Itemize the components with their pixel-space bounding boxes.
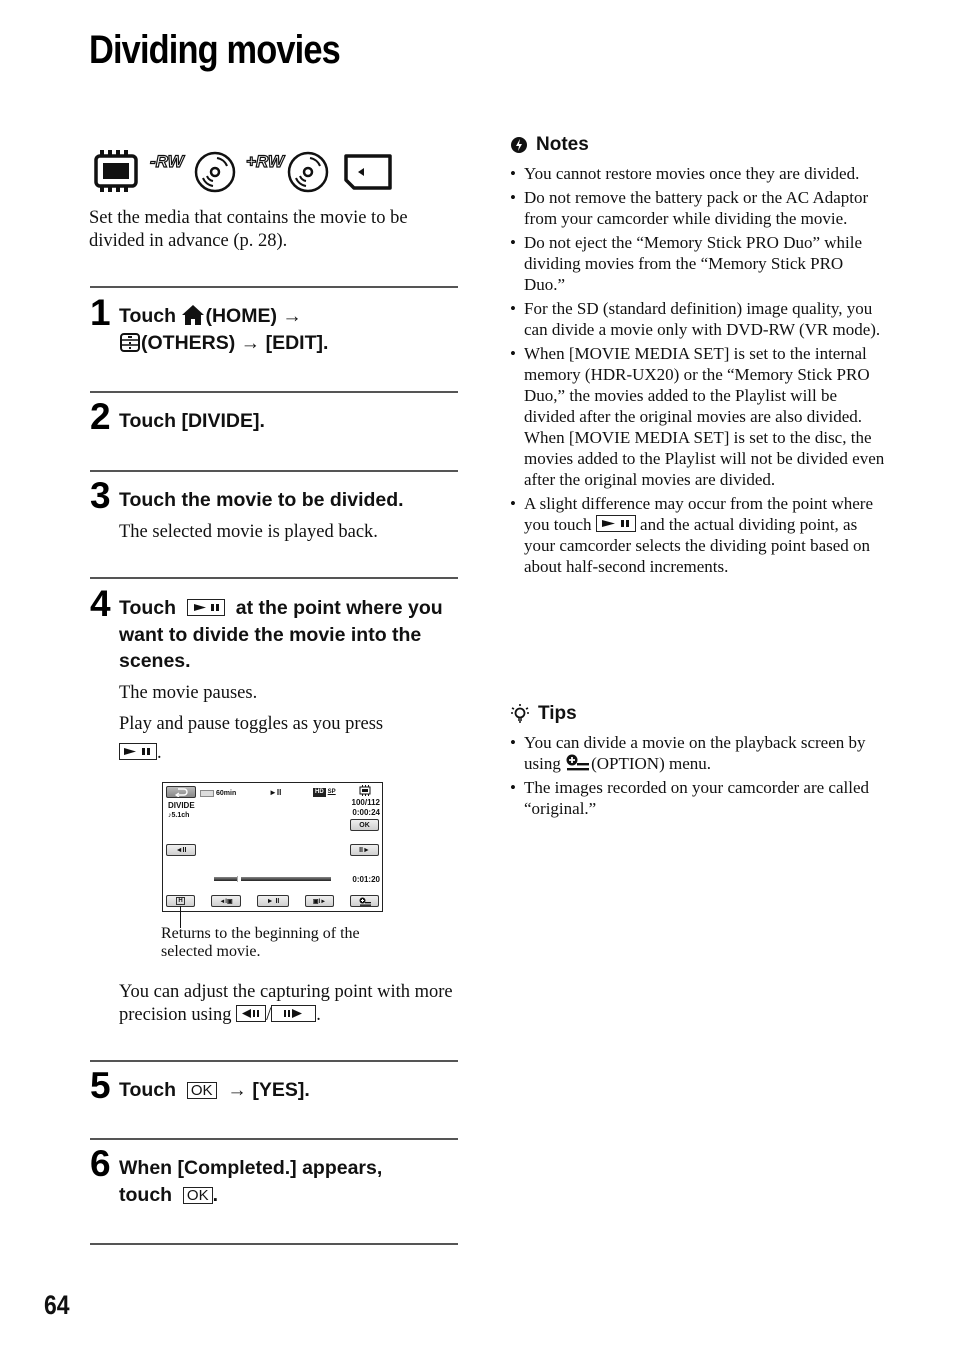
step-5-text: Touch OK → [YES]. [119, 1079, 310, 1101]
next-scene-button[interactable]: ▣I► [305, 895, 334, 907]
battery-indicator: 60min [200, 789, 236, 798]
divider [90, 1243, 458, 1245]
lightbulb-icon [511, 704, 529, 723]
step-number: 5 [90, 1065, 111, 1106]
notes-icon [511, 137, 527, 153]
divider [90, 470, 458, 472]
note-item: You cannot restore movies once they are … [510, 163, 885, 184]
next-scene-icon: ▣I► [312, 898, 327, 905]
return-icon [174, 787, 188, 797]
step-number: 6 [90, 1143, 111, 1184]
step-number: 1 [90, 292, 111, 333]
next-frame-button[interactable]: II► [350, 844, 379, 856]
note-item: For the SD (standard definition) image q… [510, 298, 885, 340]
prev-frame-icon [236, 1005, 267, 1022]
play-pause-button[interactable]: ► II [257, 895, 289, 907]
next-frame-icon [271, 1005, 317, 1022]
ok-icon: OK [186, 1082, 217, 1099]
note-item: When [MOVIE MEDIA SET] is set to the int… [510, 343, 885, 490]
progress-bar[interactable] [214, 876, 331, 882]
mode-label: DIVIDE [168, 801, 195, 810]
others-icon [120, 332, 140, 352]
play-pause-status: ►II [269, 788, 282, 797]
page-number: 64 [44, 1290, 70, 1320]
option-icon [359, 897, 371, 906]
divider [90, 577, 458, 579]
callout-text: Returns to the beginning of the selected… [161, 925, 360, 960]
dvd-rw-plus-icon: +RW [245, 151, 329, 193]
note-item: Do not remove the battery pack or the AC… [510, 187, 885, 229]
prev-frame-button[interactable]: ◄II [166, 844, 196, 856]
step-3-text: Touch the movie to be divided. [119, 489, 404, 511]
step-number: 4 [90, 583, 111, 624]
play-pause-icon [186, 599, 225, 616]
step-4-text: Touch at the point where you want to div… [119, 597, 443, 672]
step-4-sub1: The movie pauses. [119, 683, 258, 703]
adjust-text: You can adjust the capturing point with … [119, 982, 453, 1025]
ok-button[interactable]: OK [350, 819, 379, 831]
ok-icon: OK [182, 1186, 213, 1204]
notes-list: You cannot restore movies once they are … [510, 163, 885, 580]
step-6-text: When [Completed.] appears, touch OK. [119, 1157, 383, 1206]
step-4-sub2-icon-line: . [119, 742, 464, 765]
media-icons: -RW +RW [92, 150, 402, 199]
step-3-sub: The selected movie is played back. [119, 522, 378, 542]
return-start-icon: H [176, 897, 185, 905]
divider [90, 1060, 458, 1062]
divider [90, 391, 458, 393]
option-icon [566, 754, 590, 771]
home-icon [182, 305, 205, 325]
battery-icon [200, 790, 214, 797]
prev-scene-icon: ◄I▣ [219, 898, 233, 905]
option-button[interactable] [350, 895, 379, 907]
prev-scene-button[interactable]: ◄I▣ [211, 895, 241, 907]
internal-memory-icon [359, 785, 371, 796]
note-item: Do not eject the “Memory Stick PRO Duo” … [510, 232, 885, 295]
tip-item: The images recorded on your camcorder ar… [510, 777, 885, 819]
tips-heading: Tips [510, 703, 577, 725]
quality-indicator: HD SP [313, 788, 336, 797]
divider [90, 286, 458, 288]
play-pause-icon [119, 743, 157, 760]
tips-list: You can divide a movie on the playback s… [510, 732, 885, 822]
counter: 100/112 [351, 798, 380, 807]
media-icons-svg: -RW +RW [94, 150, 392, 193]
step-2-text: Touch [DIVIDE]. [119, 410, 265, 432]
divider [90, 1138, 458, 1140]
step-number: 2 [90, 396, 111, 437]
svg-text:+RW: +RW [246, 152, 286, 171]
camcorder-screen: 60min ►II HD SP DIVIDE ♪5.1ch 100/112 0:… [162, 782, 383, 912]
time-top: 0:00:24 [352, 808, 380, 817]
tip-item: You can divide a movie on the playback s… [510, 732, 885, 774]
note-item: A slight difference may occur from the p… [510, 493, 885, 577]
svg-text:-RW: -RW [150, 152, 186, 171]
dvd-rw-minus-icon: -RW [149, 151, 236, 193]
play-pause-icon: ► II [266, 897, 280, 905]
step-4-sub2: Play and pause toggles as you press [119, 714, 384, 734]
play-pause-icon [595, 515, 636, 532]
step-1-text: Touch (HOME) → (OTHERS) → [EDIT]. [119, 305, 329, 354]
time-bottom: 0:01:20 [352, 875, 380, 884]
progress-knob[interactable] [237, 876, 242, 882]
audio-label: ♪5.1ch [168, 812, 190, 819]
step-number: 3 [90, 475, 111, 516]
internal-memory-icon [94, 150, 138, 192]
notes-heading: Notes [510, 134, 589, 156]
page-title: Dividing movies [89, 28, 341, 72]
return-button[interactable] [166, 786, 196, 798]
memory-stick-icon [344, 154, 392, 190]
intro-text: Set the media that contains the movie to… [89, 208, 408, 251]
